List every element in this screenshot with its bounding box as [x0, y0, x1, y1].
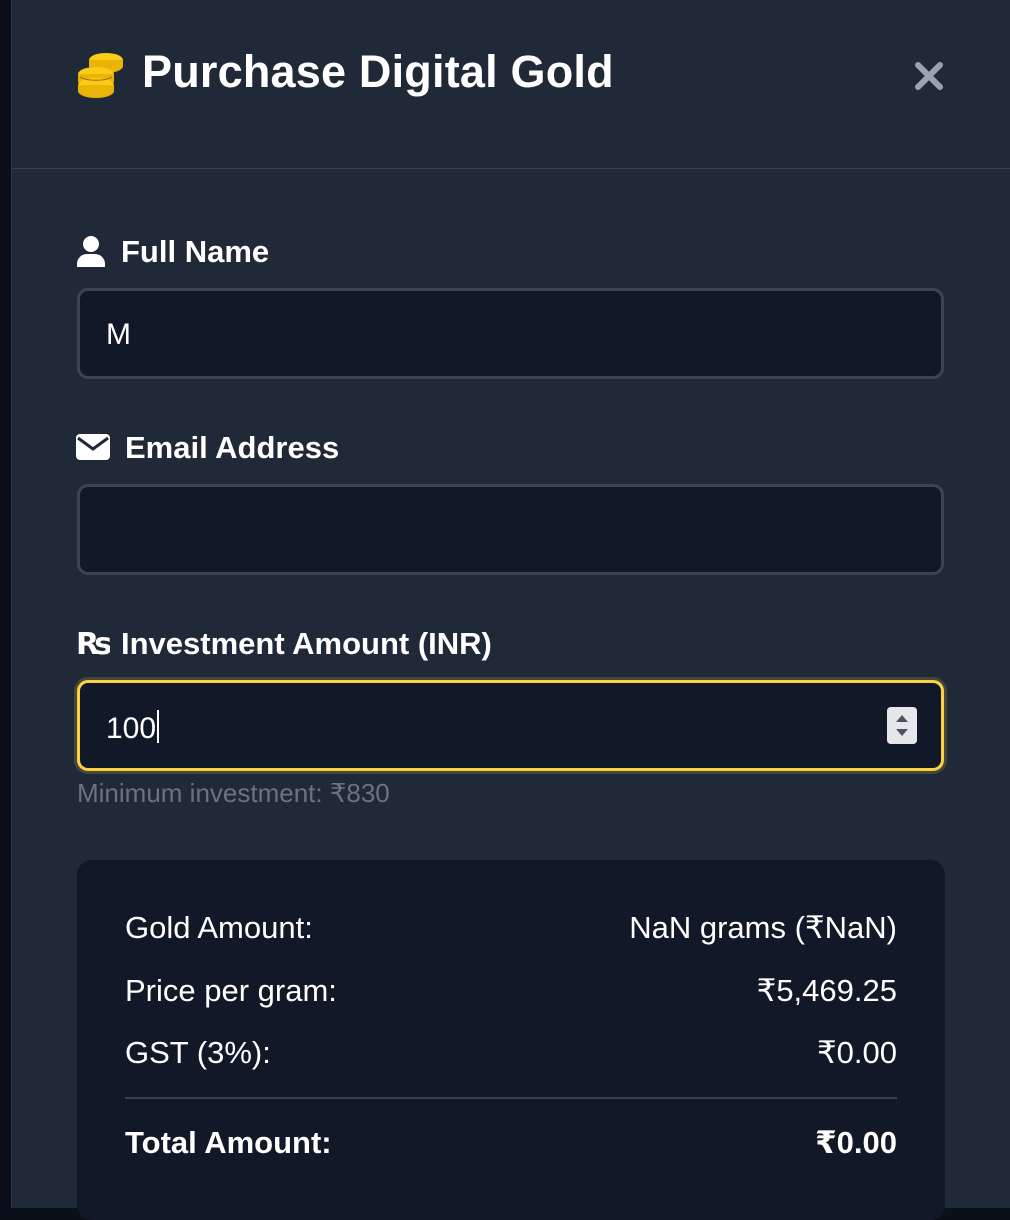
- summary-value: ₹0.00: [816, 1035, 897, 1070]
- full-name-input[interactable]: M: [77, 288, 944, 379]
- summary-value: NaN grams (₹NaN): [629, 910, 897, 945]
- coins-icon: [78, 53, 123, 98]
- order-summary: Gold Amount: NaN grams (₹NaN) Price per …: [77, 860, 945, 1220]
- text-caret: [157, 710, 160, 743]
- rupee-icon: ₨: [76, 627, 110, 660]
- modal-header: Purchase Digital Gold: [12, 0, 1010, 169]
- summary-label: GST (3%):: [125, 1035, 271, 1070]
- modal-title: Purchase Digital Gold: [142, 46, 614, 97]
- investment-value: 100: [106, 710, 160, 746]
- total-label: Total Amount:: [125, 1125, 332, 1160]
- purchase-modal: Purchase Digital Gold Full Name M Email …: [11, 0, 1010, 1220]
- email-input[interactable]: [77, 484, 944, 575]
- svg-text:₨: ₨: [76, 627, 110, 660]
- investment-input[interactable]: 100: [77, 680, 944, 771]
- summary-value: ₹5,469.25: [756, 973, 897, 1008]
- close-icon[interactable]: [907, 54, 951, 98]
- full-name-label-text: Full Name: [121, 234, 270, 269]
- summary-divider: [125, 1097, 897, 1099]
- email-label-text: Email Address: [125, 430, 340, 465]
- investment-label-text: Investment Amount (INR): [121, 626, 492, 661]
- minimum-investment-hint: Minimum investment: ₹830: [77, 778, 390, 808]
- spinner-icon[interactable]: [887, 707, 917, 744]
- user-icon: [77, 236, 105, 267]
- envelope-icon: [76, 434, 110, 460]
- summary-label: Gold Amount:: [125, 910, 313, 945]
- summary-label: Price per gram:: [125, 973, 337, 1008]
- total-value: ₹0.00: [815, 1125, 897, 1160]
- full-name-value: M: [106, 318, 131, 351]
